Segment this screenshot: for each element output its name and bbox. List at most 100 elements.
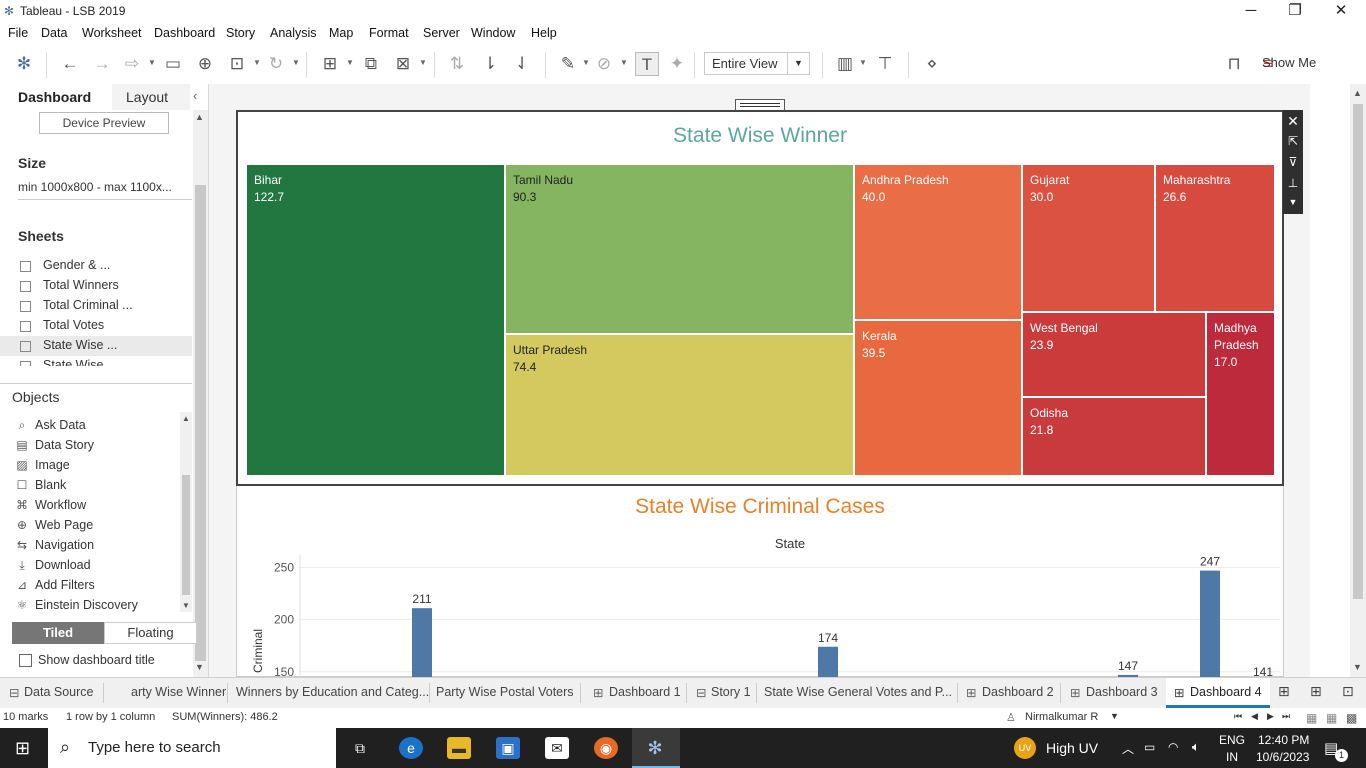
prev-sheet-icon[interactable]: ◀	[1251, 711, 1258, 722]
treemap-cell[interactable]: Odisha 21.8	[1022, 397, 1206, 476]
show-labels-icon[interactable]: T	[635, 52, 659, 76]
group-icon[interactable]: ⊘	[592, 52, 616, 76]
tableau-home-icon[interactable]: ✻	[12, 52, 36, 76]
user-menu-chevron-icon[interactable]: ▼	[1110, 711, 1119, 721]
treemap-cell[interactable]: Madhya Pradesh 17.0	[1206, 312, 1275, 476]
treemap-cell[interactable]: Tamil Nadu 90.3	[505, 164, 854, 334]
menu-analysis[interactable]: Analysis	[270, 26, 317, 40]
tab-dashboard[interactable]: Dashboard	[0, 84, 112, 110]
sort-ascending-icon[interactable]: ⇂	[478, 52, 502, 76]
object-workflow[interactable]: Workflow	[35, 498, 86, 512]
taskbar-search[interactable]: Type here to search	[48, 728, 336, 768]
sheet-sorter-icon[interactable]: ▦	[1326, 711, 1337, 725]
wifi-icon[interactable]: ◠	[1168, 740, 1178, 754]
menu-server[interactable]: Server	[423, 26, 460, 40]
restore-button[interactable]: ❐	[1272, 0, 1318, 24]
show-title-checkbox[interactable]	[19, 654, 32, 667]
floating-toggle[interactable]: Floating	[104, 622, 197, 644]
swap-icon[interactable]: ⇅	[445, 52, 469, 76]
move-handle-icon[interactable]	[735, 99, 785, 110]
sheet-item[interactable]: Total Winners	[43, 278, 119, 292]
user-name[interactable]: Nirmalkumar R	[1025, 711, 1098, 723]
show-cards-icon[interactable]: ▥	[833, 52, 857, 76]
object-blank[interactable]: Blank	[35, 478, 66, 492]
save-icon[interactable]: ▭	[161, 52, 185, 76]
scroll-up-icon[interactable]: ▲	[182, 414, 190, 423]
tab-dashboard-4[interactable]: Dashboard 4	[1190, 685, 1262, 699]
menu-dashboard[interactable]: Dashboard	[154, 26, 215, 40]
object-web-page[interactable]: Web Page	[35, 518, 93, 532]
highlight-icon[interactable]: ✎	[556, 52, 580, 76]
ask-data-toolbar-icon[interactable]: ⊓	[1222, 52, 1246, 76]
new-story-tab-icon[interactable]: ⊡	[1342, 683, 1354, 700]
duplicate-icon[interactable]: ⧉	[359, 52, 383, 76]
menu-help[interactable]: Help	[531, 26, 557, 40]
canvas-scroll-thumb[interactable]	[1353, 104, 1363, 599]
object-image[interactable]: Image	[35, 458, 70, 472]
show-hidden-icons[interactable]: ︿	[1122, 740, 1134, 757]
sheet-item[interactable]: State Wise ...	[43, 358, 117, 366]
mail-icon[interactable]: ✉	[545, 737, 569, 759]
tab-party-wise-postal-voters[interactable]: Party Wise Postal Voters	[436, 685, 574, 699]
minimize-button[interactable]: ─	[1228, 0, 1274, 24]
new-worksheet-tab-icon[interactable]: ⊞	[1278, 683, 1290, 700]
tab-dashboard-1[interactable]: Dashboard 1	[609, 685, 681, 699]
menu-window[interactable]: Window	[471, 26, 515, 40]
battery-icon[interactable]: ▭	[1144, 740, 1155, 754]
treemap-cell[interactable]: Bihar 122.7	[246, 164, 505, 476]
task-view-icon[interactable]: ⧉	[348, 737, 372, 759]
show-me-button[interactable]: Show Me	[1262, 55, 1316, 70]
scroll-up-icon[interactable]: ▲	[1353, 88, 1362, 98]
treemap-cell[interactable]: Andhra Pradesh 40.0	[854, 164, 1022, 320]
store-icon[interactable]: ▣	[496, 737, 520, 759]
device-preview-button[interactable]: Device Preview	[39, 112, 169, 134]
left-pane-scroll-thumb[interactable]	[195, 185, 206, 661]
canvas-scrollbar[interactable]: ▲ ▼	[1350, 84, 1366, 677]
close-button[interactable]: ✕	[1318, 0, 1364, 24]
treemap-cell[interactable]: Maharashtra 26.6	[1155, 164, 1275, 312]
object-navigation[interactable]: Navigation	[35, 538, 94, 552]
object-add-filters[interactable]: Add Filters	[35, 578, 95, 592]
menu-format[interactable]: Format	[369, 26, 409, 40]
menu-worksheet[interactable]: Worksheet	[82, 26, 142, 40]
go-to-sheet-icon[interactable]: ⇱	[1283, 134, 1303, 148]
tab-party-wise-winner[interactable]: arty Wise Winner	[131, 685, 226, 699]
sort-descending-icon[interactable]: ⇃	[510, 52, 534, 76]
treemap-cell[interactable]: Uttar Pradesh 74.4	[505, 334, 854, 476]
weather-text[interactable]: High UV	[1046, 740, 1098, 756]
menu-file[interactable]: File	[8, 26, 28, 40]
sheet-item[interactable]: State Wise ...	[43, 338, 117, 352]
objects-scroll-thumb[interactable]	[182, 475, 190, 595]
language-2[interactable]: IN	[1226, 750, 1238, 764]
clock-date[interactable]: 10/6/2023	[1256, 750, 1309, 764]
scroll-down-icon[interactable]: ▼	[182, 601, 190, 610]
undo-icon[interactable]: ←	[58, 52, 82, 76]
menu-data[interactable]: Data	[41, 26, 67, 40]
file-explorer-icon[interactable]: ▬	[447, 737, 471, 759]
size-select[interactable]: min 1000x800 - max 1100x...	[18, 180, 192, 200]
presentation-mode-icon[interactable]: ⊤	[873, 52, 897, 76]
use-as-filter-icon[interactable]: ⊽	[1283, 155, 1303, 169]
more-options-icon[interactable]: ▼	[1283, 197, 1303, 207]
pin-icon[interactable]: ⊥	[1283, 176, 1303, 190]
tab-dashboard-2[interactable]: Dashboard 2	[982, 685, 1054, 699]
clear-sheet-icon[interactable]: ⊠	[391, 52, 415, 76]
redo-icon[interactable]: →	[90, 52, 114, 76]
new-dashboard-tab-icon[interactable]: ⊞	[1310, 683, 1322, 700]
object-einstein-discovery[interactable]: Einstein Discovery	[35, 598, 138, 612]
first-sheet-icon[interactable]: ⏮	[1234, 711, 1242, 722]
treemap-cell[interactable]: West Bengal 23.9	[1022, 312, 1206, 397]
sheet-item[interactable]: Gender & ...	[43, 258, 110, 272]
tab-winners-by-education[interactable]: Winners by Education and Categ...	[236, 685, 429, 699]
firefox-icon[interactable]: ◉	[594, 737, 618, 759]
tab-story-1[interactable]: Story 1	[711, 685, 751, 699]
replay-icon[interactable]: ⇨	[120, 52, 144, 76]
edge-icon[interactable]: e	[399, 737, 423, 759]
scroll-down-icon[interactable]: ▼	[195, 662, 204, 672]
filmstrip-view-icon[interactable]: ▦	[1306, 711, 1317, 725]
new-data-source-icon[interactable]: ⊕	[193, 52, 217, 76]
tab-layout[interactable]: Layout	[112, 84, 190, 110]
windows-start-icon[interactable]: ⊞	[15, 738, 30, 759]
refresh-icon[interactable]: ↻	[264, 52, 288, 76]
tab-state-wise-general-votes[interactable]: State Wise General Votes and P...	[764, 685, 952, 699]
